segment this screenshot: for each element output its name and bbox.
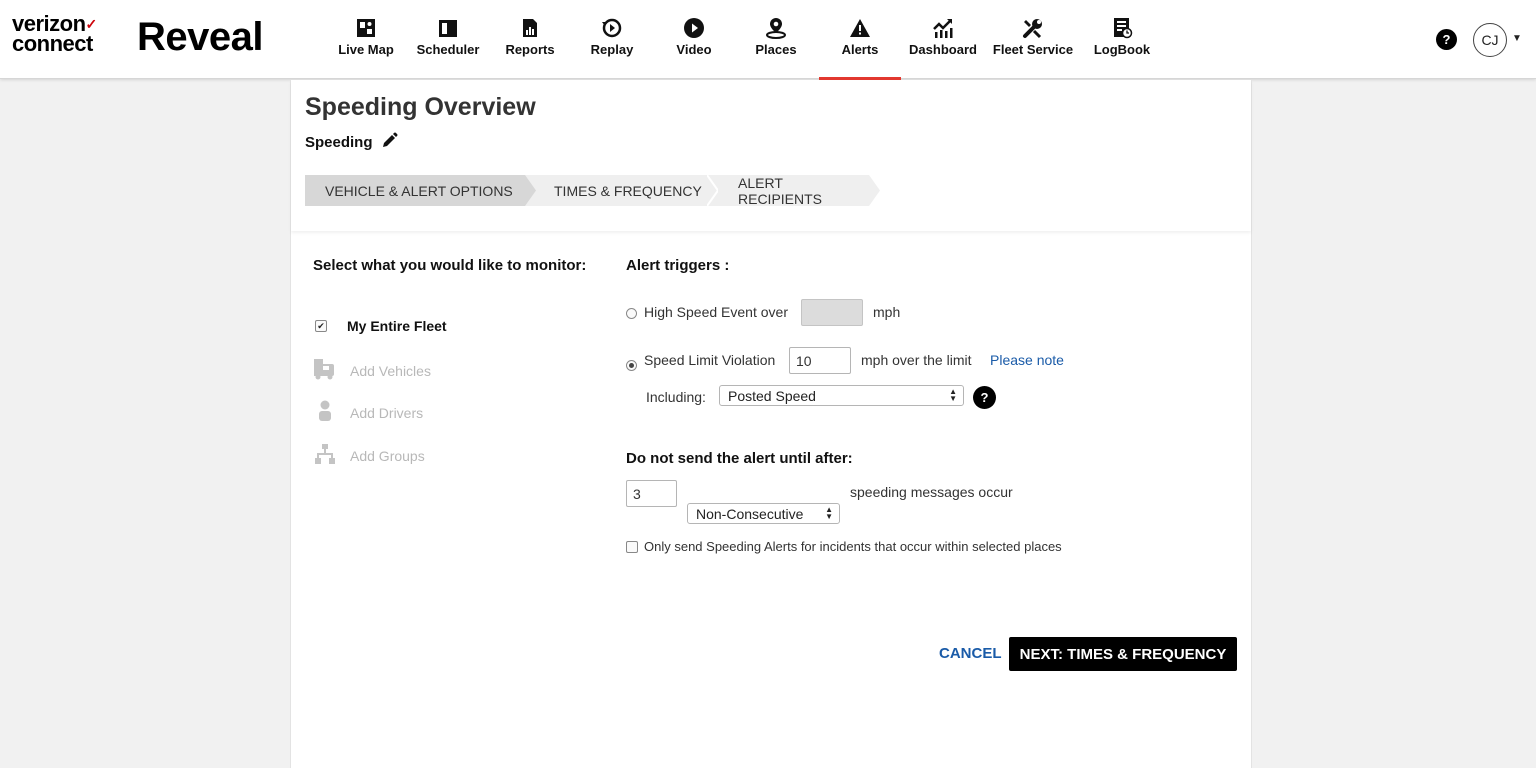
high-speed-unit: mph xyxy=(873,304,901,320)
nav-label: Video xyxy=(676,42,712,57)
reports-icon xyxy=(519,17,541,39)
nav-fleet-service[interactable]: Fleet Service xyxy=(985,0,1081,79)
alert-name: Speeding xyxy=(305,132,398,153)
alert-triggers-heading: Alert triggers : xyxy=(626,257,730,274)
help-icon[interactable]: ? xyxy=(1436,29,1457,50)
add-drivers-label: Add Drivers xyxy=(350,404,424,421)
brand-line2: connect xyxy=(12,31,93,56)
nav-label: Alerts xyxy=(841,42,879,57)
places-icon xyxy=(765,17,787,39)
add-groups-label: Add Groups xyxy=(350,447,425,464)
add-vehicles-label: Add Vehicles xyxy=(350,362,431,379)
nav-label: Scheduler xyxy=(416,42,480,57)
replay-icon xyxy=(601,17,623,39)
delay-mode-select[interactable]: Non-Consecutive ▲ ▼ xyxy=(687,503,840,524)
next-button[interactable]: NEXT: TIMES & FREQUENCY xyxy=(1009,637,1237,671)
nav-alerts[interactable]: Alerts xyxy=(819,0,901,80)
select-arrows-icon: ▲ ▼ xyxy=(825,505,833,521)
pencil-edit-icon[interactable] xyxy=(381,132,398,153)
nav-places[interactable]: Places xyxy=(733,0,819,79)
places-only-label: Only send Speeding Alerts for incidents … xyxy=(644,539,1062,554)
nav-label: Dashboard xyxy=(909,42,977,57)
verizon-connect-logo[interactable]: verizon✓ connect xyxy=(12,13,98,56)
driver-icon xyxy=(315,400,335,425)
vehicle-icon xyxy=(313,358,337,383)
brand-check: ✓ xyxy=(85,16,98,32)
nav-label: Reports xyxy=(505,42,555,57)
avatar-dropdown-caret-icon[interactable]: ▼ xyxy=(1512,33,1522,44)
add-vehicles-option[interactable]: Add Vehicles xyxy=(313,358,431,383)
main-nav: Live Map Scheduler Reports Replay Video … xyxy=(327,0,1163,80)
dashboard-icon xyxy=(932,17,954,39)
speed-limit-unit: mph over the limit xyxy=(861,352,972,368)
nav-label: Places xyxy=(755,42,797,57)
please-note-link[interactable]: Please note xyxy=(990,352,1064,368)
speed-limit-radio[interactable] xyxy=(626,355,637,373)
wrench-icon xyxy=(1022,17,1044,39)
including-help-icon[interactable]: ? xyxy=(973,386,996,409)
delay-suffix: speeding messages occur xyxy=(850,484,1013,500)
add-groups-option[interactable]: Add Groups xyxy=(315,443,425,468)
alert-icon xyxy=(849,17,871,39)
including-value: Posted Speed xyxy=(728,387,816,404)
including-select[interactable]: Posted Speed ▲ ▼ xyxy=(719,385,964,406)
wizard-steps: VEHICLE & ALERT OPTIONS TIMES & FREQUENC… xyxy=(305,174,880,207)
nav-label: LogBook xyxy=(1093,42,1151,57)
panel-header: Speeding Overview Speeding VEHICLE & ALE… xyxy=(291,80,1251,231)
nav-dashboard[interactable]: Dashboard xyxy=(901,0,985,79)
nav-replay[interactable]: Replay xyxy=(569,0,655,79)
product-name: Reveal xyxy=(137,15,263,59)
delay-count-input[interactable]: 3 xyxy=(626,480,677,507)
high-speed-input[interactable] xyxy=(801,299,863,326)
cancel-button[interactable]: CANCEL xyxy=(939,645,1002,662)
nav-logbook[interactable]: LogBook xyxy=(1081,0,1163,79)
high-speed-radio[interactable] xyxy=(626,306,637,324)
step-label: TIMES & FREQUENCY xyxy=(554,182,702,199)
delay-mode-value: Non-Consecutive xyxy=(696,505,804,522)
scheduler-icon xyxy=(437,17,459,39)
nav-live-map[interactable]: Live Map xyxy=(327,0,405,79)
step-label: ALERT RECIPIENTS xyxy=(738,174,823,207)
logbook-icon xyxy=(1111,17,1133,39)
high-speed-label: High Speed Event over xyxy=(644,304,788,320)
nav-video[interactable]: Video xyxy=(655,0,733,79)
monitor-heading: Select what you would like to monitor: xyxy=(313,257,587,274)
groups-icon xyxy=(315,443,335,468)
step-label: VEHICLE & ALERT OPTIONS xyxy=(325,182,513,199)
alert-config-panel: Speeding Overview Speeding VEHICLE & ALE… xyxy=(290,80,1252,768)
step-vehicle-alert-options[interactable]: VEHICLE & ALERT OPTIONS xyxy=(305,175,536,206)
entire-fleet-checkbox[interactable]: ✔ xyxy=(315,320,327,332)
nav-label: Fleet Service xyxy=(992,42,1074,57)
including-label: Including: xyxy=(646,389,706,405)
map-icon xyxy=(355,17,377,39)
nav-reports[interactable]: Reports xyxy=(491,0,569,79)
nav-label: Live Map xyxy=(338,42,394,57)
entire-fleet-label: My Entire Fleet xyxy=(347,318,447,334)
add-drivers-option[interactable]: Add Drivers xyxy=(315,400,423,425)
nav-scheduler[interactable]: Scheduler xyxy=(405,0,491,79)
nav-label: Replay xyxy=(590,42,634,57)
step-alert-recipients[interactable]: ALERT RECIPIENTS xyxy=(707,174,880,207)
page-title: Speeding Overview xyxy=(305,93,536,121)
entire-fleet-option[interactable]: ✔ My Entire Fleet xyxy=(315,318,447,334)
step-times-frequency[interactable]: TIMES & FREQUENCY xyxy=(525,175,718,206)
user-avatar[interactable]: CJ xyxy=(1473,23,1507,57)
top-nav-bar: verizon✓ connect Reveal Live Map Schedul… xyxy=(0,0,1536,80)
video-icon xyxy=(683,17,705,39)
speed-limit-label: Speed Limit Violation xyxy=(644,352,776,368)
speed-limit-input[interactable]: 10 xyxy=(789,347,851,374)
places-only-checkbox[interactable] xyxy=(626,540,638,558)
delay-heading: Do not send the alert until after: xyxy=(626,450,853,467)
alert-name-label: Speeding xyxy=(305,134,373,151)
select-arrows-icon: ▲ ▼ xyxy=(949,387,957,403)
